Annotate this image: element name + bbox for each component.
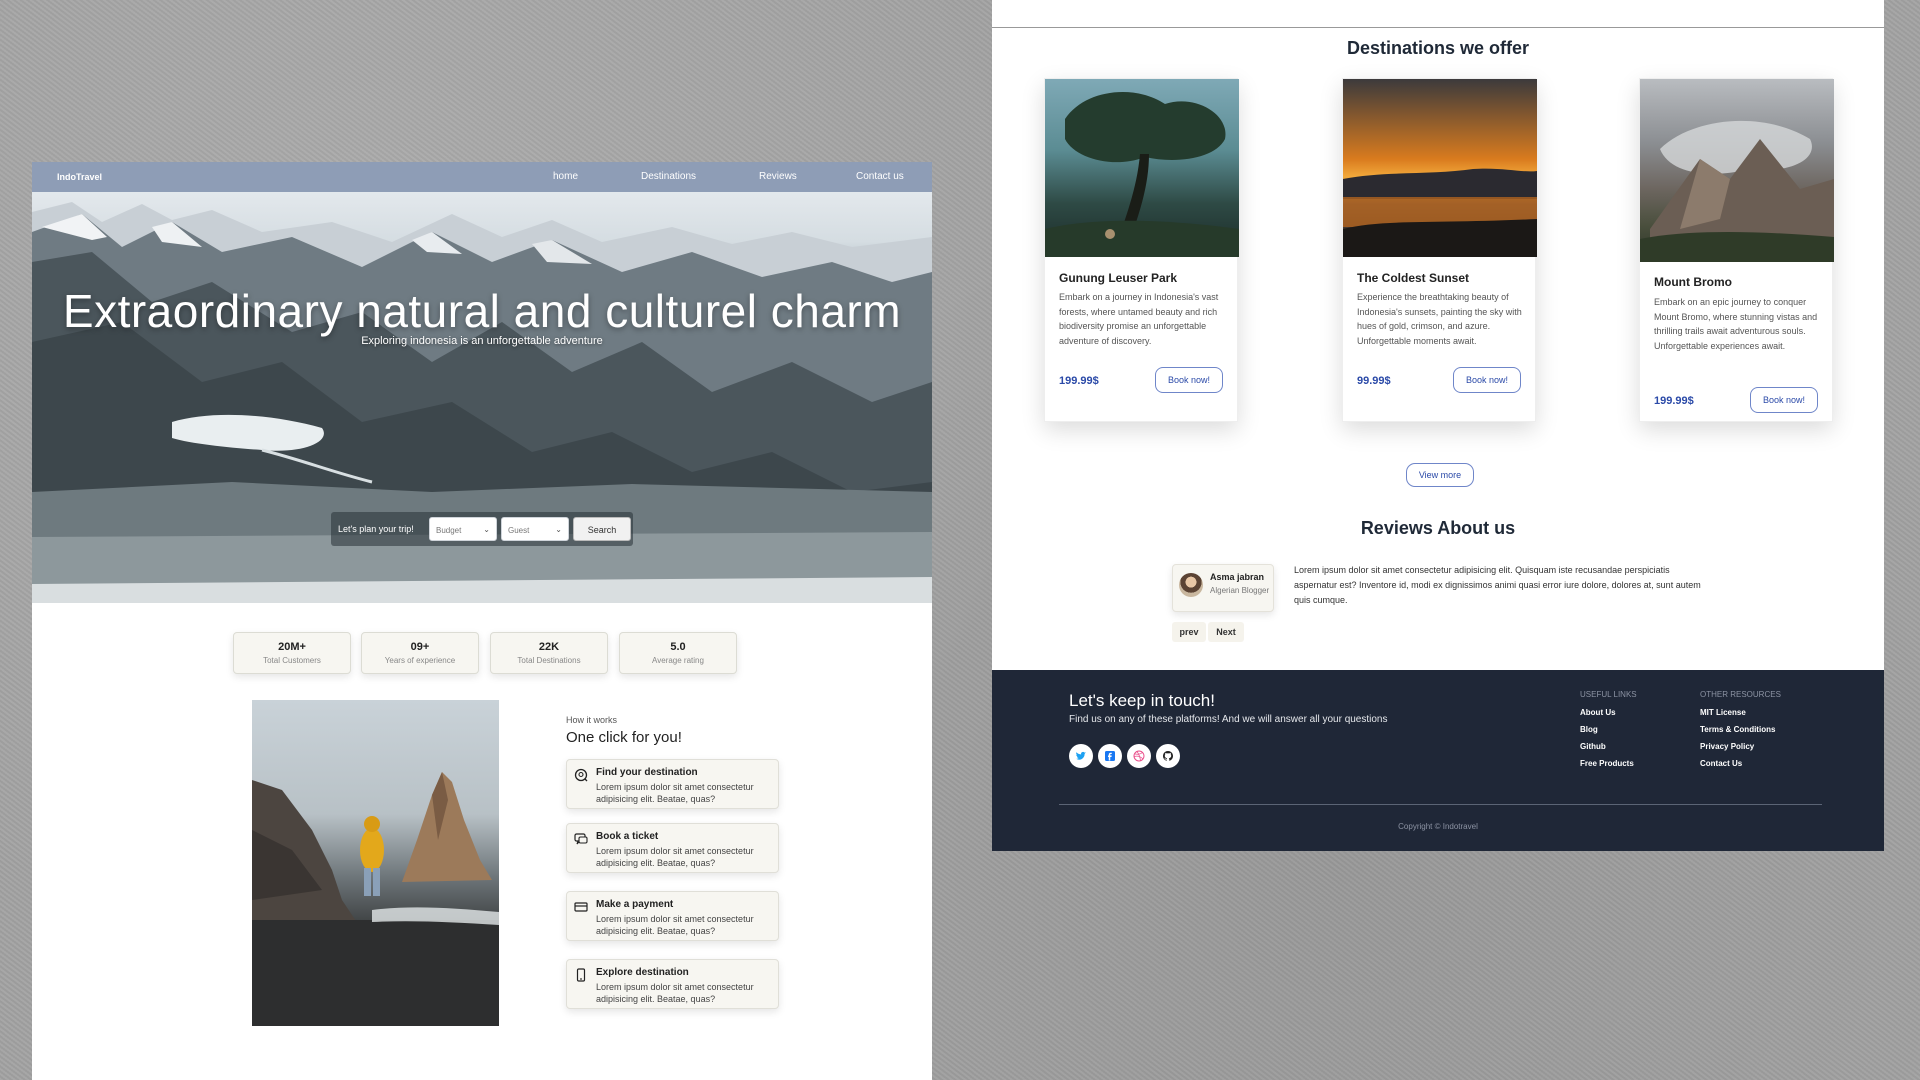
stat-value: 22K bbox=[538, 641, 560, 653]
hero-title: Extraordinary natural and culturel charm bbox=[62, 285, 902, 337]
nav-contact[interactable]: Contact us bbox=[856, 171, 904, 182]
footer-link-blog[interactable]: Blog bbox=[1580, 725, 1598, 734]
planner-label: Let's plan your trip! bbox=[338, 524, 414, 534]
step-text: Lorem ipsum dolor sit amet consectetur a… bbox=[596, 846, 754, 868]
footer-title: Let's keep in touch! bbox=[1069, 691, 1215, 710]
reviewer-card: Asma jabran Algerian Blogger bbox=[1172, 564, 1274, 612]
footer-link-free-products[interactable]: Free Products bbox=[1580, 759, 1634, 768]
chevron-down-icon: ⌄ bbox=[555, 525, 562, 534]
phone-icon bbox=[576, 968, 586, 982]
card-title: Gunung Leuser Park bbox=[1059, 271, 1178, 285]
guest-select-value: Guest bbox=[508, 526, 530, 535]
right-page-screenshot: Destinations we offer Gunung Leuser Park… bbox=[992, 0, 1884, 670]
stat-value: 09+ bbox=[410, 641, 430, 653]
nav-home[interactable]: home bbox=[553, 171, 578, 182]
copyright: Copyright © Indotravel bbox=[1398, 822, 1478, 831]
sunset-lake-image bbox=[1343, 79, 1537, 257]
book-now-button[interactable]: Book now! bbox=[1453, 367, 1521, 393]
stat-value: 20M+ bbox=[278, 641, 306, 653]
hero-subtitle: Exploring indonesia is an unforgettable … bbox=[361, 335, 603, 347]
avatar bbox=[1179, 573, 1203, 597]
card-price: 99.99$ bbox=[1357, 375, 1391, 387]
budget-select-value: Budget bbox=[436, 526, 462, 535]
prev-button[interactable]: prev bbox=[1172, 622, 1206, 642]
step-title: Explore destination bbox=[596, 967, 689, 978]
step-text: Lorem ipsum dolor sit amet consectetur a… bbox=[596, 782, 754, 804]
step-find-destination: Find your destination Lorem ipsum dolor … bbox=[566, 759, 779, 809]
stat-label: Total Customers bbox=[263, 656, 321, 665]
chat-icon bbox=[574, 833, 588, 845]
nav-destinations[interactable]: Destinations bbox=[641, 171, 696, 182]
footer-link-privacy[interactable]: Privacy Policy bbox=[1700, 742, 1754, 751]
card-description: Embark on an epic journey to conquer Mou… bbox=[1654, 297, 1818, 351]
stat-experience: 09+ Years of experience bbox=[361, 632, 479, 674]
mountain-clouds-image bbox=[1640, 79, 1834, 262]
step-title: Make a payment bbox=[596, 899, 674, 910]
reviews-title: Reviews About us bbox=[1360, 518, 1516, 538]
other-resources-heading: OTHER RESOURCES bbox=[1700, 690, 1781, 699]
chevron-down-icon: ⌄ bbox=[483, 525, 490, 534]
card-price: 199.99$ bbox=[1654, 395, 1694, 407]
nav-reviews[interactable]: Reviews bbox=[759, 171, 797, 182]
trip-planner-bar: Let's plan your trip! Budget ⌄ Guest ⌄ S… bbox=[331, 512, 633, 546]
top-divider bbox=[992, 27, 1884, 28]
destination-card: Mount Bromo Embark on an epic journey to… bbox=[1639, 78, 1834, 422]
forest-tree-image bbox=[1045, 79, 1239, 257]
step-book-ticket: Book a ticket Lorem ipsum dolor sit amet… bbox=[566, 823, 779, 873]
twitter-icon[interactable] bbox=[1069, 744, 1093, 768]
step-text: Lorem ipsum dolor sit amet consectetur a… bbox=[596, 914, 754, 936]
stat-label: Total Destinations bbox=[517, 656, 581, 665]
credit-card-icon bbox=[574, 902, 588, 912]
next-button[interactable]: Next bbox=[1208, 622, 1244, 642]
how-it-works-title: One click for you! bbox=[566, 729, 682, 746]
footer-link-github[interactable]: Github bbox=[1580, 742, 1606, 751]
card-title: Mount Bromo bbox=[1654, 275, 1732, 289]
footer-link-contact[interactable]: Contact Us bbox=[1700, 759, 1742, 768]
destination-card: Gunung Leuser Park Embark on a journey i… bbox=[1044, 78, 1239, 422]
stat-destinations: 22K Total Destinations bbox=[490, 632, 608, 674]
card-title: The Coldest Sunset bbox=[1357, 271, 1470, 285]
footer-link-about[interactable]: About Us bbox=[1580, 708, 1616, 717]
footer-divider bbox=[1059, 804, 1822, 805]
search-button[interactable]: Search bbox=[573, 517, 631, 541]
stat-value: 5.0 bbox=[670, 641, 686, 653]
stat-customers: 20M+ Total Customers bbox=[233, 632, 351, 674]
footer-link-mit-license[interactable]: MIT License bbox=[1700, 708, 1746, 717]
footer-link-terms[interactable]: Terms & Conditions bbox=[1700, 725, 1775, 734]
facebook-icon[interactable] bbox=[1098, 744, 1122, 768]
destination-card: The Coldest Sunset Experience the breath… bbox=[1342, 78, 1537, 422]
dribbble-icon[interactable] bbox=[1127, 744, 1151, 768]
destinations-title: Destinations we offer bbox=[1346, 38, 1530, 58]
stat-label: Average rating bbox=[652, 656, 704, 665]
beach-walker-photo bbox=[252, 700, 499, 1026]
view-more-button[interactable]: View more bbox=[1406, 463, 1474, 487]
top-navbar: IndoTravel home Destinations Reviews Con… bbox=[32, 162, 932, 192]
stat-rating: 5.0 Average rating bbox=[619, 632, 737, 674]
guest-select[interactable]: Guest ⌄ bbox=[501, 517, 569, 541]
step-text: Lorem ipsum dolor sit amet consectetur a… bbox=[596, 982, 754, 1004]
useful-links-heading: USEFUL LINKS bbox=[1580, 690, 1637, 699]
footer: Let's keep in touch! Find us on any of t… bbox=[992, 670, 1884, 851]
book-now-button[interactable]: Book now! bbox=[1750, 387, 1818, 413]
footer-subtitle: Find us on any of these platforms! And w… bbox=[1069, 714, 1388, 725]
reviewer-name: Asma jabran bbox=[1210, 572, 1265, 582]
reviewer-role: Algerian Blogger bbox=[1210, 586, 1270, 595]
github-icon[interactable] bbox=[1156, 744, 1180, 768]
stat-label: Years of experience bbox=[384, 656, 456, 665]
budget-select[interactable]: Budget ⌄ bbox=[429, 517, 497, 541]
card-price: 199.99$ bbox=[1059, 375, 1099, 387]
left-page-screenshot: IndoTravel home Destinations Reviews Con… bbox=[32, 162, 932, 1080]
book-now-button[interactable]: Book now! bbox=[1155, 367, 1223, 393]
step-title: Book a ticket bbox=[596, 831, 659, 842]
brand-logo[interactable]: IndoTravel bbox=[57, 172, 102, 182]
step-title: Find your destination bbox=[596, 767, 698, 778]
step-make-payment: Make a payment Lorem ipsum dolor sit ame… bbox=[566, 891, 779, 941]
how-it-works-label: How it works bbox=[566, 715, 618, 725]
card-description: Embark on a journey in Indonesia's vast … bbox=[1059, 292, 1219, 346]
hero-section: Extraordinary natural and culturel charm… bbox=[32, 192, 932, 603]
review-text: Lorem ipsum dolor sit amet consectetur a… bbox=[1294, 565, 1701, 605]
card-description: Experience the breathtaking beauty of In… bbox=[1357, 292, 1522, 346]
search-pin-icon bbox=[574, 768, 588, 782]
step-explore-destination: Explore destination Lorem ipsum dolor si… bbox=[566, 959, 779, 1009]
